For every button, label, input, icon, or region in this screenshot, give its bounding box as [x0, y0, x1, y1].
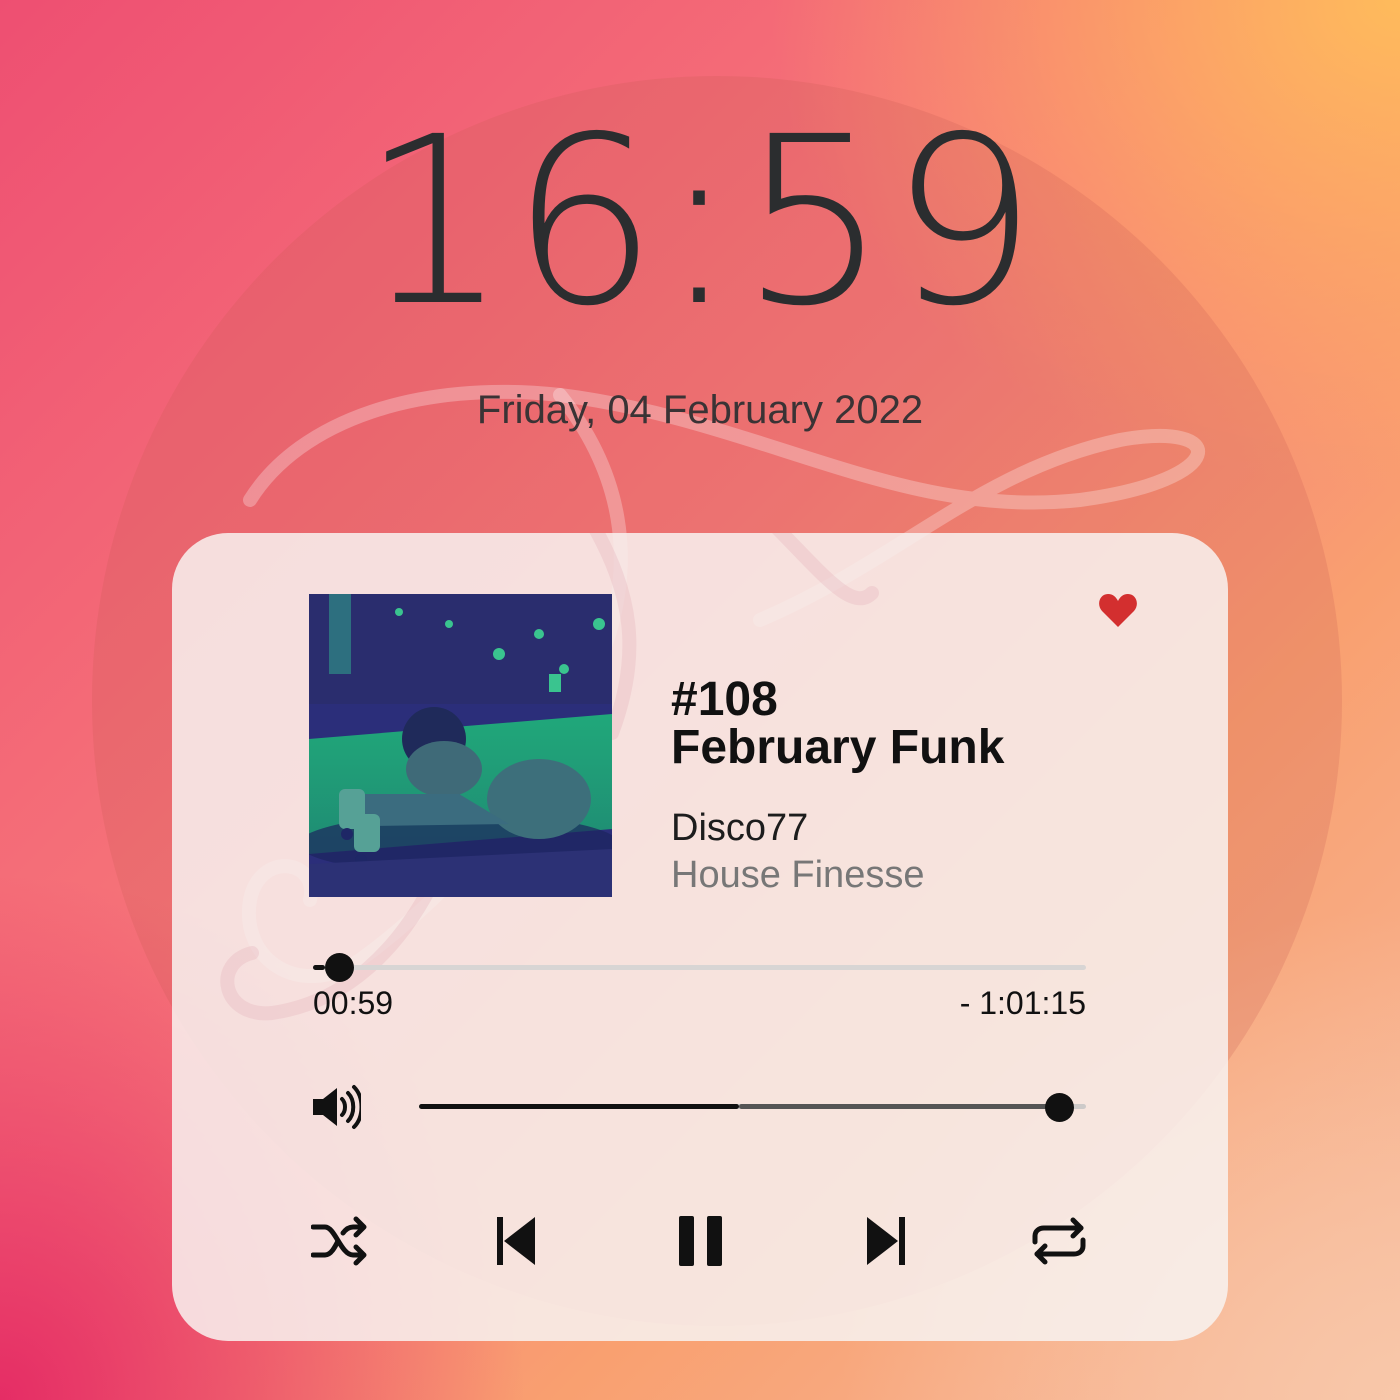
artist-name: Disco77 — [671, 807, 809, 849]
heart-icon[interactable] — [1098, 592, 1138, 628]
album-art — [309, 594, 612, 897]
elapsed-time: 00:59 — [313, 985, 394, 1021]
progress-bar[interactable] — [313, 965, 1086, 970]
genre-label: House Finesse — [671, 854, 925, 896]
progress-fill — [313, 965, 326, 970]
repeat-icon[interactable] — [1031, 1216, 1087, 1266]
volume-fill-secondary — [739, 1104, 1060, 1109]
remaining-time: - 1:01:15 — [959, 985, 1086, 1021]
track-title: February Funk — [671, 721, 1005, 774]
music-player-card: #108 February Funk Disco77 House Finesse… — [172, 533, 1228, 1341]
previous-icon[interactable] — [495, 1214, 537, 1268]
lockscreen-clock: 16:59 — [360, 87, 1040, 357]
track-number: #108 — [671, 673, 778, 726]
volume-fill — [419, 1104, 740, 1109]
volume-icon[interactable] — [311, 1082, 361, 1132]
shuffle-icon[interactable] — [311, 1215, 369, 1267]
lockscreen-date: Friday, 04 February 2022 — [476, 388, 924, 432]
pause-icon[interactable] — [678, 1214, 724, 1268]
next-icon[interactable] — [865, 1214, 907, 1268]
